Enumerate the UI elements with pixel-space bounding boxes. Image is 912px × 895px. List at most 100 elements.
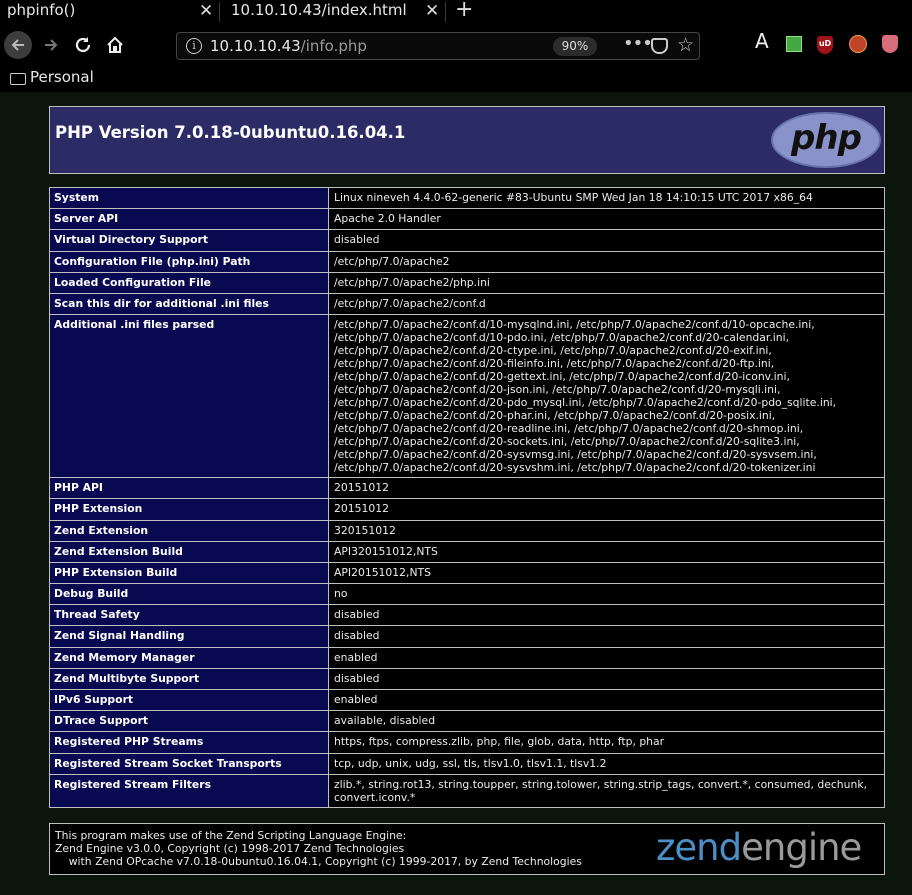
table-row: Thread Safety disabled [49, 604, 885, 627]
tab-index-html[interactable]: 10.10.10.43/index.html [231, 0, 407, 24]
ublock-extension-icon[interactable]: uD [817, 36, 833, 54]
row-key: Zend Extension Build [49, 540, 329, 563]
table-row: Server API Apache 2.0 Handler [49, 208, 885, 231]
info-icon[interactable]: i [186, 38, 202, 54]
row-value: /etc/php/7.0/apache2/conf.d/10-mysqlnd.i… [328, 314, 885, 479]
new-tab-button[interactable]: + [455, 0, 473, 22]
forward-arrow-icon[interactable] [36, 24, 66, 66]
row-key: Thread Safety [49, 604, 329, 627]
row-value: API20151012,NTS [328, 561, 885, 585]
reader-font-extension-icon[interactable]: A [755, 29, 769, 53]
php-logo[interactable]: php [771, 112, 881, 168]
table-row: Zend Extension Build API320151012,NTS [49, 540, 885, 563]
table-row: Registered PHP Streams https, ftps, compr… [49, 731, 885, 754]
row-key: PHP Extension [49, 498, 329, 521]
row-value: API320151012,NTS [328, 540, 885, 563]
row-value: https, ftps, compress.zlib, php, file, g… [328, 731, 885, 754]
table-row: Registered Stream Socket Transports tcp, … [49, 752, 885, 775]
table-row: Zend Signal Handling disabled [49, 625, 885, 648]
row-key: IPv6 Support [49, 688, 329, 712]
table-row: Scan this dir for additional .ini files /… [49, 292, 885, 316]
table-row: Zend Memory Manager enabled [49, 646, 885, 669]
row-value: enabled [328, 646, 885, 669]
row-value: Apache 2.0 Handler [328, 208, 885, 231]
close-tab-icon[interactable]: ✕ [425, 1, 439, 21]
zoom-level-badge[interactable]: 90% [553, 37, 597, 56]
orange-extension-icon[interactable] [849, 35, 867, 53]
row-key: Server API [49, 208, 329, 231]
zend-credits-text: This program makes use of the Zend Scrip… [55, 829, 582, 868]
table-row: PHP Extension 20151012 [49, 498, 885, 521]
row-key: PHP API [49, 477, 329, 500]
row-value: disabled [328, 229, 885, 252]
table-row: System Linux nineveh 4.4.0-62-generic #83… [49, 186, 885, 210]
table-row: Zend Multibyte Support disabled [49, 667, 885, 691]
row-value: /etc/php/7.0/apache2/php.ini [328, 271, 885, 294]
table-row: Debug Build no [49, 583, 885, 606]
folder-icon [10, 73, 26, 85]
zend-engine-logo[interactable]: zendengine [656, 826, 862, 869]
row-key: Additional .ini files parsed [49, 314, 329, 479]
table-row: Registered Stream Filters zlib.*, string.… [49, 773, 885, 808]
tab-phpinfo[interactable]: phpinfo() [7, 0, 75, 24]
row-value: Linux nineveh 4.4.0-62-generic #83-Ubunt… [328, 186, 885, 210]
row-value: no [328, 583, 885, 606]
row-key: Configuration File (php.ini) Path [49, 250, 329, 273]
row-key: Debug Build [49, 583, 329, 606]
row-value: 20151012 [328, 498, 885, 521]
tab-separator [219, 2, 220, 22]
row-value: available, disabled [328, 710, 885, 733]
row-key: Zend Memory Manager [49, 646, 329, 669]
row-value: 320151012 [328, 519, 885, 542]
tab-separator [445, 2, 446, 22]
row-value: disabled [328, 625, 885, 648]
row-value: /etc/php/7.0/apache2 [328, 250, 885, 273]
table-row: Zend Extension 320151012 [49, 519, 885, 542]
back-arrow-icon[interactable] [4, 31, 32, 59]
shield-extension-icon[interactable] [882, 35, 898, 53]
page-title: PHP Version 7.0.18-0ubuntu0.16.04.1 [55, 123, 406, 142]
row-value: zlib.*, string.rot13, string.toupper, st… [328, 773, 885, 808]
row-value: /etc/php/7.0/apache2/conf.d [328, 292, 885, 316]
row-key: PHP Extension Build [49, 561, 329, 585]
bookmark-folder-personal[interactable]: Personal [30, 68, 94, 86]
php-info-table: System Linux nineveh 4.4.0-62-generic #83… [49, 186, 885, 808]
page-actions-icon[interactable]: ••• [623, 33, 653, 54]
row-key: Zend Multibyte Support [49, 667, 329, 691]
table-row: Additional .ini files parsed/etc/php/7.0… [49, 314, 885, 479]
bookmark-star-icon[interactable]: ☆ [677, 34, 694, 56]
php-version-header: PHP Version 7.0.18-0ubuntu0.16.04.1 php [49, 106, 885, 174]
row-key: Registered PHP Streams [49, 731, 329, 754]
table-row: DTrace Support available, disabled [49, 710, 885, 733]
table-row: PHP Extension Build API20151012,NTS [49, 561, 885, 585]
url-bar[interactable]: i 10.10.10.43/info.php 90% ••• ☆ [176, 32, 700, 60]
row-key: Loaded Configuration File [49, 271, 329, 294]
navigation-toolbar: i 10.10.10.43/info.php 90% ••• ☆ A uD [0, 24, 912, 66]
row-key: Zend Signal Handling [49, 625, 329, 648]
row-key: Scan this dir for additional .ini files [49, 292, 329, 316]
row-key: Registered Stream Filters [49, 773, 329, 808]
bookmarks-toolbar: Personal [0, 66, 912, 92]
row-key: Zend Extension [49, 519, 329, 542]
row-key: System [49, 186, 329, 210]
table-row: IPv6 Support enabled [49, 688, 885, 712]
table-row: Loaded Configuration File/etc/php/7.0/ap… [49, 271, 885, 294]
table-row: PHP API 20151012 [49, 477, 885, 500]
row-key: Virtual Directory Support [49, 229, 329, 252]
tab-strip: phpinfo() ✕ 10.10.10.43/index.html ✕ + [0, 0, 912, 24]
row-key: Registered Stream Socket Transports [49, 752, 329, 775]
row-value: disabled [328, 667, 885, 691]
green-extension-icon[interactable] [786, 36, 802, 52]
row-value: 20151012 [328, 477, 885, 500]
url-text[interactable]: 10.10.10.43/info.php [210, 37, 367, 55]
table-row: Virtual Directory Support disabled [49, 229, 885, 252]
row-value: enabled [328, 688, 885, 712]
home-icon[interactable] [100, 24, 130, 66]
table-row: Configuration File (php.ini) Path/etc/ph… [49, 250, 885, 273]
row-key: DTrace Support [49, 710, 329, 733]
pocket-icon[interactable] [651, 38, 668, 54]
reload-icon[interactable] [68, 24, 98, 66]
zend-engine-footer: This program makes use of the Zend Scrip… [49, 823, 885, 875]
close-tab-icon[interactable]: ✕ [199, 1, 213, 21]
row-value: tcp, udp, unix, udg, ssl, tls, tlsv1.0, … [328, 752, 885, 775]
